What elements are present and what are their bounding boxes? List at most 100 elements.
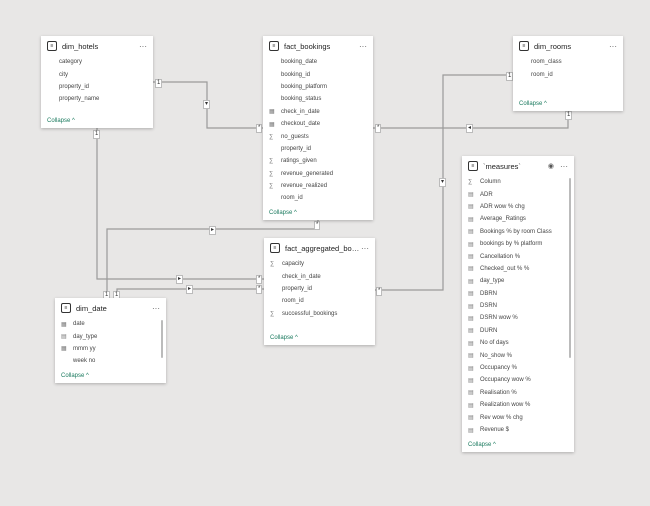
table-header[interactable]: ≡ fact_bookings ··· [263,36,373,56]
table-header[interactable]: ≡ dim_rooms ··· [513,36,623,56]
field-name: room_id [281,195,303,202]
field-row[interactable]: room_id [264,295,375,307]
field-row[interactable]: ∑ revenue_realized [263,180,373,192]
more-options-icon[interactable]: ··· [139,42,147,51]
field-row[interactable]: ∑ successful_bookings [264,308,375,320]
eye-icon[interactable]: ◉ [548,162,554,170]
more-options-icon[interactable]: ··· [361,244,369,253]
field-row[interactable]: property_name [41,93,153,105]
field-row[interactable]: ▤ DSRN [462,300,574,312]
field-row[interactable]: ▤ DURN [462,325,574,337]
cardinality-one: 1 [155,79,163,88]
table-card-dim-rooms[interactable]: ≡ dim_rooms ··· room_class room_id Collapse ^ [513,36,623,111]
field-row[interactable]: ▤ No_show % [462,349,574,361]
field-row[interactable]: ▤ No of days [462,337,574,349]
filter-direction-left-icon[interactable]: ◂ [466,124,474,133]
field-row[interactable]: ∑ no_guests [263,130,373,142]
table-title: fact_aggregated_booki... [285,243,361,253]
collapse-button[interactable]: Collapse ^ [269,210,297,216]
field-row[interactable]: ∑ Column [462,176,574,188]
field-row[interactable]: ∑ ratings_given [263,155,373,167]
sigma-icon: ∑ [269,158,274,165]
more-options-icon[interactable]: ··· [359,42,367,51]
table-card-fact-aggregated-bookings[interactable]: ≡ fact_aggregated_booki... ··· ∑ capacity che… [264,238,375,345]
calc-icon: ▤ [468,278,474,285]
field-row[interactable]: ▤ day_type [55,330,166,342]
field-row[interactable]: ▤ Realisation % [462,387,574,399]
field-row[interactable]: ▤ Checked_out % % [462,263,574,275]
field-row[interactable]: check_in_date [264,270,375,282]
field-row[interactable]: booking_platform [263,81,373,93]
collapse-button[interactable]: Collapse ^ [47,118,75,124]
filter-direction-right-icon[interactable]: ▸ [186,285,194,294]
field-row[interactable]: ▤ Cancellation % [462,250,574,262]
collapse-label: Collapse [61,373,85,379]
field-row[interactable]: ▤ Occupancy wow % [462,374,574,386]
field-row[interactable]: room_id [263,192,373,204]
filter-direction-down-icon[interactable]: ▾ [439,178,447,187]
scrollbar[interactable] [161,320,163,358]
field-row[interactable]: ▤ Rev wow % chg [462,411,574,423]
table-card-dim-date[interactable]: ≡ dim_date ··· ▦ date ▤ day_type ▦ mmm yy week no… [55,298,166,383]
field-row[interactable]: ▤ ADR wow % chg [462,201,574,213]
sigma-icon: ∑ [269,183,274,190]
field-name: successful_bookings [282,310,338,317]
more-options-icon[interactable]: ··· [152,304,160,313]
field-row[interactable]: property_id [264,283,375,295]
field-row[interactable]: ▤ ADR [462,188,574,200]
field-row[interactable]: ▦ date [55,318,166,330]
sigma-icon: ∑ [269,133,274,140]
field-row[interactable]: room_id [513,68,623,80]
field-row[interactable]: week no [55,355,166,367]
field-row[interactable]: city [41,68,153,80]
filter-direction-right-icon[interactable]: ▸ [209,226,217,235]
calc-icon: ▤ [468,415,474,422]
field-row[interactable]: category [41,56,153,68]
field-row[interactable]: ▤ Occupancy % [462,362,574,374]
table-header[interactable]: ≡ fact_aggregated_booki... ··· [264,238,375,258]
table-card-fact-bookings[interactable]: ≡ fact_bookings ··· booking_date booking_id b… [263,36,373,220]
field-row[interactable]: ▦ check_in_date [263,106,373,118]
collapse-button[interactable]: Collapse ^ [61,373,89,379]
table-icon: ≡ [269,41,279,51]
field-row[interactable]: ∑ revenue_generated [263,168,373,180]
field-row[interactable]: ▤ Average_Ratings [462,213,574,225]
table-title: `measures` [483,161,521,171]
table-title: dim_rooms [534,41,572,51]
more-options-icon[interactable]: ··· [609,42,617,51]
scrollbar[interactable] [569,178,571,358]
table-card-dim-hotels[interactable]: ≡ dim_hotels ··· category city property_id pro… [41,36,153,128]
filter-direction-right-icon[interactable]: ▸ [176,275,184,284]
field-row[interactable]: ▤ Realization wow % [462,399,574,411]
collapse-button[interactable]: Collapse ^ [519,101,547,107]
field-row[interactable]: property_id [263,143,373,155]
field-row[interactable]: ▤ DBRN [462,288,574,300]
filter-direction-down-icon[interactable]: ▾ [203,100,211,109]
field-row[interactable]: ▤ day_type [462,275,574,287]
table-icon: ≡ [47,41,57,51]
field-row[interactable]: ▤ Revenue $ [462,424,574,436]
table-card-measures[interactable]: ≡ `measures` ◉ ··· ∑ Column ▤ ADR ▤ ADR wow % chg… [462,156,574,452]
field-row[interactable]: ▦ mmm yy [55,343,166,355]
collapse-button[interactable]: Collapse ^ [468,442,496,448]
field-row[interactable]: ∑ capacity [264,258,375,270]
cardinality-many: * [256,275,263,284]
table-header[interactable]: ≡ dim_hotels ··· [41,36,153,56]
more-options-icon[interactable]: ··· [560,162,568,171]
calc-icon: ▤ [468,427,474,434]
table-header[interactable]: ≡ dim_date ··· [55,298,166,318]
collapse-button[interactable]: Collapse ^ [270,335,298,341]
field-row[interactable]: booking_id [263,68,373,80]
field-row[interactable]: ▤ Bookings % by room Class [462,226,574,238]
cardinality-many: * [256,124,263,133]
field-name: week no [73,358,96,365]
field-row[interactable]: booking_date [263,56,373,68]
cardinality-one: 1 [565,111,573,120]
field-row[interactable]: room_class [513,56,623,68]
field-row[interactable]: booking_status [263,93,373,105]
field-row[interactable]: ▤ bookings by % platform [462,238,574,250]
field-row[interactable]: ▦ checkout_date [263,118,373,130]
field-row[interactable]: property_id [41,81,153,93]
field-row[interactable]: ▤ DSRN wow % [462,312,574,324]
table-header[interactable]: ≡ `measures` ◉ ··· [462,156,574,176]
